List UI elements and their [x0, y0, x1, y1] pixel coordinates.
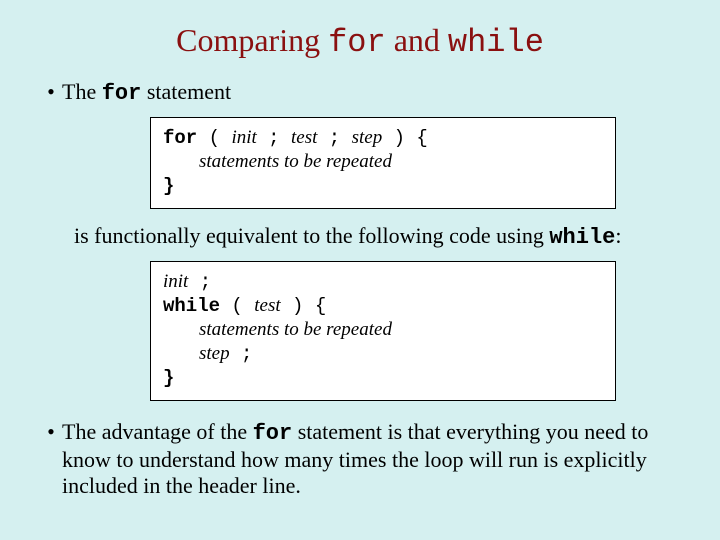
bullet-2-p1: The advantage of the: [62, 419, 253, 444]
for-step: step: [352, 127, 383, 148]
code-while-line4: step ;: [163, 342, 603, 366]
bullet-2-text: The advantage of the for statement is th…: [62, 419, 680, 499]
for-test: test: [291, 127, 317, 148]
for-l1-b: ;: [257, 127, 291, 149]
while-l4-b: ;: [230, 343, 253, 365]
code-while-line1: init ;: [163, 270, 603, 294]
code-while-line3: statements to be repeated: [163, 318, 603, 342]
while-close-brace: }: [163, 367, 174, 389]
title-part1: Comparing: [176, 22, 328, 58]
mid-text: is functionally equivalent to the follow…: [74, 223, 680, 251]
while-test: test: [254, 295, 280, 316]
while-l2-b: ) {: [281, 295, 327, 317]
mid-p2: :: [615, 223, 621, 248]
code-while-line2: while ( test ) {: [163, 294, 603, 318]
slide: Comparing for and while • The for statem…: [0, 0, 720, 540]
bullet-1-text: The for statement: [62, 79, 680, 107]
title-part2: and: [386, 22, 448, 58]
for-l1-a: (: [197, 127, 231, 149]
bullet-1-p2: statement: [141, 79, 231, 104]
mid-p1: is functionally equivalent to the follow…: [74, 223, 549, 248]
code-for-line1: for ( init ; test ; step ) {: [163, 126, 603, 150]
for-close-brace: }: [163, 175, 174, 197]
for-keyword: for: [163, 127, 197, 149]
for-l1-c: ;: [317, 127, 351, 149]
for-body: statements to be repeated: [199, 151, 392, 172]
mid-keyword: while: [549, 225, 615, 250]
title-for-keyword: for: [328, 24, 386, 61]
while-l2-a: (: [220, 295, 254, 317]
while-keyword: while: [163, 295, 220, 317]
for-init: init: [231, 127, 256, 148]
bullet-2: • The advantage of the for statement is …: [40, 419, 680, 499]
bullet-dot-icon: •: [40, 79, 62, 105]
title-while-keyword: while: [448, 24, 544, 61]
code-for-line2: statements to be repeated: [163, 150, 603, 174]
bullet-dot-icon: •: [40, 419, 62, 445]
bullet-2-keyword: for: [253, 421, 293, 446]
bullet-1: • The for statement: [40, 79, 680, 107]
bullet-1-p1: The: [62, 79, 102, 104]
for-l1-d: ) {: [382, 127, 428, 149]
while-body: statements to be repeated: [199, 319, 392, 340]
code-box-while: init ; while ( test ) { statements to be…: [150, 261, 616, 401]
while-l1-b: ;: [188, 271, 211, 293]
code-box-for: for ( init ; test ; step ) { statements …: [150, 117, 616, 209]
bullet-1-keyword: for: [102, 81, 142, 106]
while-init: init: [163, 271, 188, 292]
slide-title: Comparing for and while: [40, 22, 680, 61]
while-step: step: [199, 343, 230, 364]
code-while-line5: }: [163, 366, 603, 390]
code-for-line3: }: [163, 174, 603, 198]
